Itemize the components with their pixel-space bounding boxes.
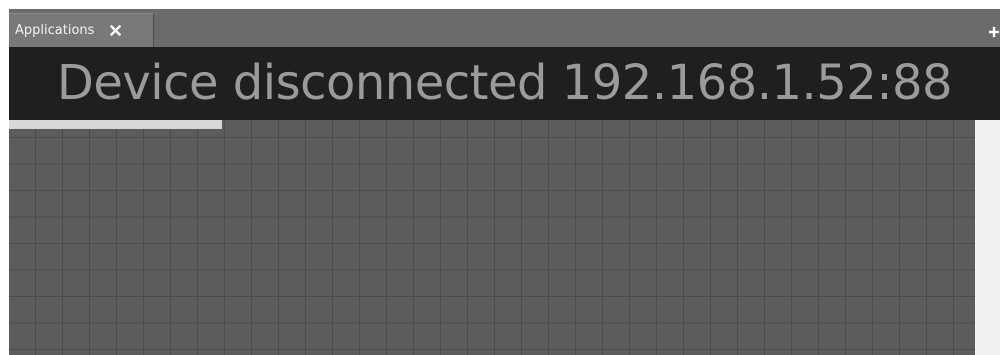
canvas-grid[interactable] <box>9 120 975 355</box>
plus-icon[interactable] <box>988 23 1000 37</box>
tab-label: Applications <box>15 23 95 38</box>
status-banner: Device disconnected 192.168.1.52:88 <box>9 47 1000 120</box>
vertical-scrollbar[interactable] <box>975 120 1000 355</box>
tab-bar: Applications <box>9 9 1000 47</box>
tab-applications[interactable]: Applications <box>9 13 154 47</box>
application-window: Applications Device disconnected 192.168… <box>9 9 1000 355</box>
device-status-message: Device disconnected 192.168.1.52:88 <box>56 55 953 111</box>
close-icon[interactable] <box>108 24 122 38</box>
progress-fill <box>9 120 222 129</box>
progress-bar <box>9 120 975 129</box>
